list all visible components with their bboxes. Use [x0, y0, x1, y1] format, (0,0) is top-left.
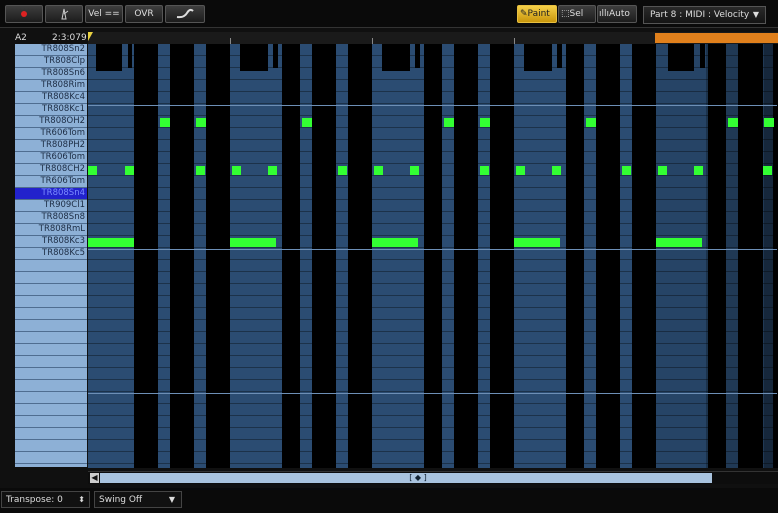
key-label[interactable]: TR808Kc1	[15, 104, 87, 116]
midi-note[interactable]	[480, 118, 490, 127]
key-label[interactable]: TR606Tom	[15, 176, 87, 188]
midi-note[interactable]	[88, 166, 97, 175]
midi-note[interactable]	[728, 118, 738, 127]
curve-icon	[176, 8, 194, 18]
midi-note[interactable]	[88, 238, 134, 247]
midi-note[interactable]	[232, 166, 241, 175]
midi-note[interactable]	[302, 118, 312, 127]
midi-note[interactable]	[196, 118, 206, 127]
select-tool-button[interactable]: ⬚Sel	[558, 5, 596, 23]
velocity-button[interactable]: Vel ==	[85, 5, 123, 23]
metronome-icon	[61, 8, 69, 19]
key-label[interactable]: TR808Kc3	[15, 236, 87, 248]
piano-roll-grid[interactable]	[88, 44, 778, 468]
transpose-value: Transpose: 0	[6, 495, 63, 505]
select-arrow-icon: ⬚	[561, 9, 570, 19]
key-label[interactable]: TR808OH2	[15, 116, 87, 128]
midi-note[interactable]	[656, 238, 702, 247]
key-label[interactable]: TR808RmL	[15, 224, 87, 236]
midi-note[interactable]	[516, 166, 525, 175]
part-dropdown[interactable]: Part 8 : MIDI : Velocity ▼	[643, 6, 766, 24]
midi-note[interactable]	[658, 166, 667, 175]
midi-note[interactable]	[694, 166, 703, 175]
key-label[interactable]: TR808CH2	[15, 164, 87, 176]
midi-note[interactable]	[338, 166, 347, 175]
midi-note[interactable]	[196, 166, 205, 175]
automation-icon: ıllı	[599, 9, 610, 19]
zoom-handle-icon[interactable]: [ ◆ ]	[398, 473, 438, 483]
key-label[interactable]: TR808Sn2	[15, 44, 87, 56]
row-lines	[88, 44, 778, 468]
midi-note[interactable]	[268, 166, 277, 175]
note-readout: A2	[15, 33, 27, 43]
key-label[interactable]: TR808Clp	[15, 56, 87, 68]
chevron-down-icon: ▼	[752, 10, 759, 19]
loop-region-bar[interactable]	[655, 33, 778, 43]
part-dropdown-value: Part 8 : MIDI : Velocity	[650, 10, 750, 20]
chevron-down-icon: ▼	[168, 495, 175, 504]
midi-note[interactable]	[622, 166, 631, 175]
key-label[interactable]: TR808PH2	[15, 140, 87, 152]
swing-value: Swing Off	[99, 495, 143, 505]
key-label[interactable]: TR808Kc4	[15, 92, 87, 104]
octave-line	[88, 393, 777, 394]
midi-note[interactable]	[552, 166, 561, 175]
key-label[interactable]: TR808Sn8	[15, 212, 87, 224]
metronome-button[interactable]	[45, 5, 83, 23]
midi-note[interactable]	[764, 118, 774, 127]
stepper-icon[interactable]: ⬍	[78, 492, 85, 508]
midi-note[interactable]	[230, 238, 276, 247]
midi-note[interactable]	[586, 118, 596, 127]
transpose-spinner[interactable]: Transpose: 0 ⬍	[1, 491, 90, 508]
midi-note[interactable]	[160, 118, 170, 127]
record-button[interactable]	[5, 5, 43, 23]
scroll-thumb[interactable]: [ ◆ ]	[100, 473, 712, 483]
paint-tool-button[interactable]: ✎Paint	[517, 5, 557, 23]
select-label: Sel	[569, 9, 584, 19]
horizontal-scrollbar[interactable]: ◀ [ ◆ ]	[88, 471, 778, 484]
key-label[interactable]: TR606Tom	[15, 128, 87, 140]
key-label[interactable]: TR808Kc5	[15, 248, 87, 260]
position-readout: 2:3:079	[52, 33, 87, 43]
pencil-icon: ✎	[520, 9, 528, 19]
swing-dropdown[interactable]: Swing Off ▼	[94, 491, 182, 508]
midi-note[interactable]	[125, 166, 134, 175]
midi-note[interactable]	[374, 166, 383, 175]
midi-note[interactable]	[372, 238, 418, 247]
auto-tool-button[interactable]: ıllıAuto	[597, 5, 637, 23]
key-label[interactable]: TR808Rim	[15, 80, 87, 92]
overwrite-button[interactable]: OVR	[125, 5, 163, 23]
midi-note[interactable]	[410, 166, 419, 175]
paint-label: Paint	[527, 9, 550, 19]
midi-note[interactable]	[763, 166, 772, 175]
key-label[interactable]: TR909Cl1	[15, 200, 87, 212]
key-label[interactable]: TR808Sn4	[15, 188, 87, 200]
midi-note[interactable]	[444, 118, 454, 127]
octave-line	[88, 249, 777, 250]
curve-button[interactable]	[165, 5, 205, 23]
playhead-marker-icon[interactable]	[88, 32, 93, 41]
auto-label: Auto	[609, 9, 630, 19]
octave-line	[88, 105, 777, 106]
scroll-left-icon[interactable]: ◀	[90, 473, 99, 483]
key-label[interactable]: TR808Sn6	[15, 68, 87, 80]
midi-note[interactable]	[514, 238, 560, 247]
record-dot-icon	[21, 10, 27, 17]
midi-note[interactable]	[480, 166, 489, 175]
key-label[interactable]: TR606Tom	[15, 152, 87, 164]
